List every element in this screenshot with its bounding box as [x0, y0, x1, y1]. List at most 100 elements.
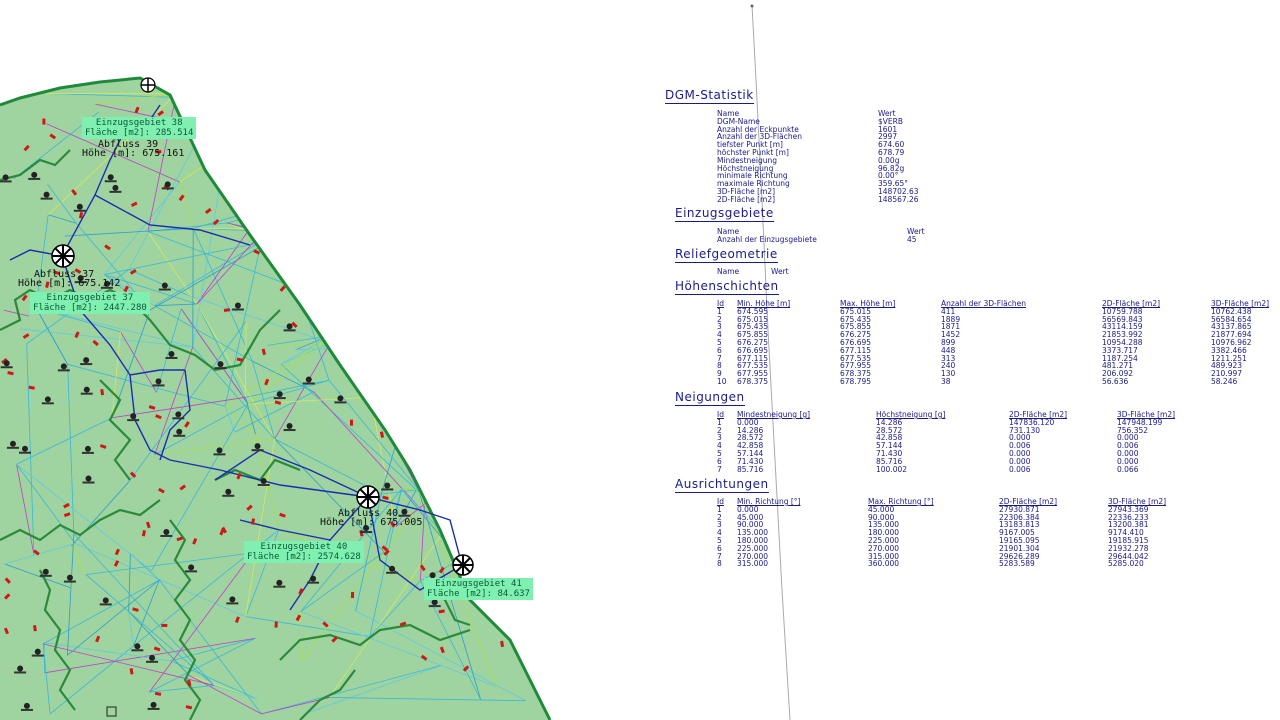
flow-marker: [350, 591, 355, 599]
table-row: 5 676.275 676.695 899 10954.288 10976.962: [717, 339, 1277, 347]
table-cell: 899: [941, 337, 956, 347]
outlet-label-40-height: Höhe [m]: 675.005: [320, 517, 423, 528]
table-cell: 5283.589: [999, 559, 1035, 569]
section-einzugsgebiete: Einzugsgebiete: [675, 206, 774, 222]
dgm-name-cell: 2D-Fläche [m2]: [717, 194, 776, 204]
mesh-edge: [330, 342, 497, 347]
flow-marker: [42, 118, 46, 125]
table-cell: 56.636: [1102, 376, 1129, 386]
mesh-edge: [335, 259, 377, 334]
table-cell: 0.066: [1117, 464, 1139, 474]
table-cell: 678.795: [840, 376, 872, 386]
mesh-edge: [375, 180, 450, 344]
section-reliefgeometrie: Reliefgeometrie: [675, 247, 778, 263]
outlet-symbol-39[interactable]: [140, 77, 156, 93]
mesh-edge: [193, 227, 250, 230]
mesh-edge: [534, 287, 546, 436]
mesh-edge: [179, 95, 311, 183]
table-row: 7 270.000 315.000 29626.289 29644.042: [717, 552, 1174, 561]
cad-drawing-canvas[interactable]: Einzugsgebiet 38 Fläche [m2]: 285.514 Abf…: [0, 0, 1280, 720]
mesh-edge: [349, 135, 377, 260]
mesh-edge: [218, 100, 253, 138]
catchment-label-41: Einzugsgebiet 41 Fläche [m2]: 84.637: [424, 578, 533, 600]
table-cell: 100.002: [876, 464, 908, 474]
table-cell: 10: [717, 376, 727, 386]
dgm-value-cell: 148567.26: [878, 194, 919, 204]
hoehenschichten-table: Id Min. Höhe [m] Max. Höhe [m] Anzahl der 3…: [717, 300, 1277, 386]
mesh-edge: [278, 95, 311, 231]
mesh-edge: [424, 443, 501, 499]
relief-table: Name Wert: [717, 267, 789, 276]
table-cell: 130: [941, 369, 956, 379]
section-ausrichtungen: Ausrichtungen: [675, 477, 769, 493]
ausrichtungen-table: Id Min. Richtung [°] Max. Richtung [°] 2D-F…: [717, 498, 1174, 568]
mesh-edge: [310, 95, 505, 148]
table-row: 2 14.286 28.572 731.130 756.352: [717, 426, 1183, 435]
table-row: 6 225.000 270.000 21901.304 21932.278: [717, 544, 1174, 553]
table-row: 7 677.115 677.535 313 1187.254 1211.251: [717, 353, 1277, 363]
table-row: 6 676.695 677.115 448 3373.717 3382.466: [717, 346, 1277, 355]
table-row: 1 0.000 14.286 147836.120 147948.199: [717, 418, 1183, 427]
table-row: 1 0.000 45.000 27930.871 27943.369: [717, 505, 1174, 514]
mesh-edge: [249, 187, 380, 230]
catchment-label-40: Einzugsgebiet 40 Fläche [m2]: 2574.628: [244, 541, 364, 563]
table-row: 3 90.000 135.000 13183.813 13200.381: [717, 521, 1174, 529]
mesh-edge: [271, 172, 473, 241]
mesh-edge: [300, 248, 502, 259]
catchment-label-37: Einzugsgebiet 37 Fläche [m2]: 2447.280: [30, 292, 150, 314]
table-cell: 313: [941, 353, 956, 363]
mesh-edge: [495, 346, 508, 514]
einzugsgebiete-table: Name Wert Anzahl der Einzugsgebiete 45: [717, 227, 925, 244]
mesh-edge: [495, 200, 536, 347]
table-cell: 315.000: [737, 559, 769, 569]
table-row: 4 675.855 676.275 1452 21853.992 21877.694: [717, 331, 1277, 339]
mesh-edge: [246, 128, 253, 138]
mesh-edge: [364, 330, 372, 400]
table-row: 5 180.000 225.000 19165.095 19185.915: [717, 537, 1174, 545]
mesh-edge: [306, 259, 377, 292]
section-hoehenschichten: Höhenschichten: [675, 279, 779, 295]
mesh-edge: [306, 193, 466, 292]
table-row: 8 677.535 677.955 240 481.271 489.923: [717, 362, 1277, 370]
table-row: 3 28.572 42.858 0.000 0.000: [717, 434, 1183, 442]
table-cell: 58.246: [1211, 376, 1238, 386]
mesh-edge: [225, 149, 443, 168]
flow-marker: [161, 623, 168, 627]
column-header: Anzahl der 3D-Flächen: [941, 299, 1026, 308]
outlet-symbol-40[interactable]: [356, 485, 380, 509]
mesh-edge: [493, 513, 508, 543]
table-row: 4 42.858 57.144 0.006 0.006: [717, 442, 1183, 450]
outlet-label-39-height: Höhe [m]: 675.161: [82, 148, 185, 159]
table-cell: 1452: [941, 330, 961, 340]
mesh-edge: [263, 230, 301, 259]
mesh-edge: [367, 128, 466, 195]
mesh-edge: [349, 135, 380, 189]
mesh-edge: [376, 180, 465, 195]
mesh-edge: [514, 476, 520, 631]
section-neigungen: Neigungen: [675, 390, 745, 406]
table-cell: 7: [717, 464, 722, 474]
mesh-edge: [415, 164, 466, 195]
table-row: 2 675.015 675.435 1889 56569.843 56584.654: [717, 315, 1277, 324]
mesh-edge: [364, 259, 377, 331]
table-cell: 360.000: [868, 559, 900, 569]
mesh-edge: [367, 128, 466, 195]
table-row: 1 674.595 675.015 411 10759.788 10762.438: [717, 307, 1277, 316]
outlet-symbol-41[interactable]: [452, 554, 474, 576]
mesh-edge: [263, 163, 417, 232]
outlet-symbol-37[interactable]: [51, 244, 75, 268]
mesh-edge: [424, 434, 545, 499]
table-row: 5 57.144 71.430 0.000 0.000: [717, 450, 1183, 458]
table-row: 7 85.716 100.002 0.006 0.066: [717, 464, 1183, 474]
dgm-table: Name Wert DGM-Name $VERB Anzahl der Eckpunk…: [717, 109, 919, 204]
table-cell: 1871: [941, 322, 961, 332]
terrain-model-drawing[interactable]: [0, 0, 640, 720]
mesh-edge: [246, 127, 370, 180]
table-cell: 85.716: [737, 464, 764, 474]
mesh-edge: [306, 172, 473, 292]
flow-marker: [274, 621, 278, 628]
mesh-edge: [500, 434, 545, 445]
table-cell: 8: [717, 559, 722, 569]
mesh-edge: [226, 187, 380, 224]
table-cell: 678.375: [737, 376, 769, 386]
